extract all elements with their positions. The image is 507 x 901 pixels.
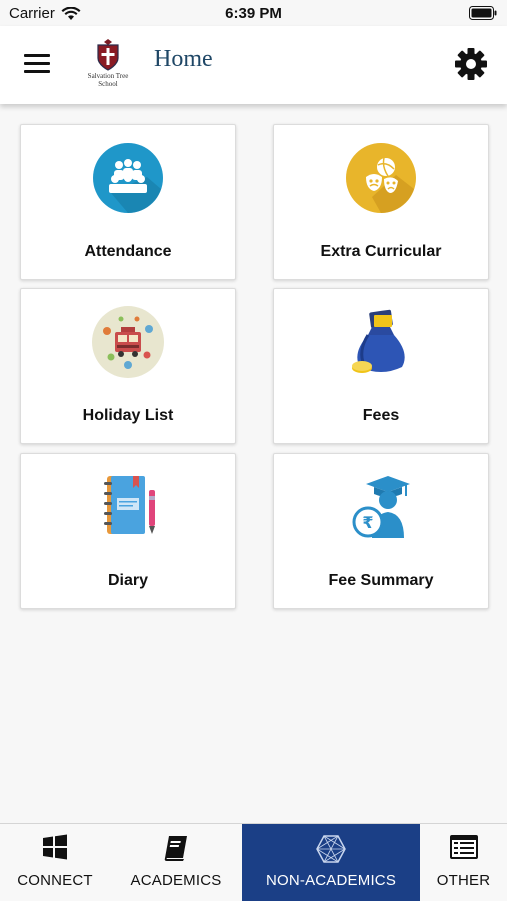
school-name-line2: School [98,80,118,88]
svg-text:₹: ₹ [362,513,373,532]
hexagon-icon [316,835,346,863]
school-name-line1: Salvation Tree [87,72,129,80]
tile-extra-curricular[interactable]: Extra Curricular [273,124,489,280]
battery-icon [469,6,497,20]
tile-label: Extra Curricular [320,243,442,260]
book-icon [164,836,187,861]
tab-non-academics[interactable]: NON-ACADEMICS [242,824,420,901]
bottom-tab-bar: CONNECT ACADEMICS NON-ACADEMICS OTHER [0,823,507,901]
tab-connect[interactable]: CONNECT [0,824,110,901]
hamburger-menu-icon[interactable] [24,54,50,76]
app-header: Salvation Tree School Home [0,26,507,104]
tile-holiday-list[interactable]: Holiday List [20,288,236,444]
extra-curricular-icon [346,143,416,213]
tile-fee-summary[interactable]: ₹ Fee Summary [273,453,489,609]
status-time: 6:39 PM [225,5,282,22]
tile-attendance[interactable]: Attendance [20,124,236,280]
holiday-list-icon [92,306,164,378]
tile-fees[interactable]: Fees [273,288,489,444]
tab-label: ACADEMICS [130,872,222,889]
school-name: Salvation Tree School [78,72,138,88]
gear-icon[interactable] [453,46,489,82]
diary-notebook-icon [104,476,155,534]
school-logo: Salvation Tree School [78,38,138,92]
fee-summary-graduate-icon: ₹ [352,476,410,538]
tile-diary[interactable]: Diary [20,453,236,609]
list-window-icon [449,835,478,859]
status-bar: Carrier 6:39 PM [0,0,507,26]
attendance-icon [93,143,163,213]
tab-other[interactable]: OTHER [420,824,507,901]
tile-label: Attendance [84,243,172,260]
tile-label: Holiday List [82,407,174,424]
tab-label: CONNECT [17,872,93,889]
tile-label: Fee Summary [328,572,434,589]
page-title: Home [154,46,213,72]
fees-money-bag-icon [352,309,405,373]
tab-academics[interactable]: ACADEMICS [110,824,242,901]
tab-label: OTHER [436,872,491,889]
tile-label: Diary [107,572,149,589]
windows-grid-icon [43,834,67,860]
tile-label: Fees [362,407,400,424]
tab-label: NON-ACADEMICS [265,872,397,889]
school-crest-icon [97,39,119,71]
